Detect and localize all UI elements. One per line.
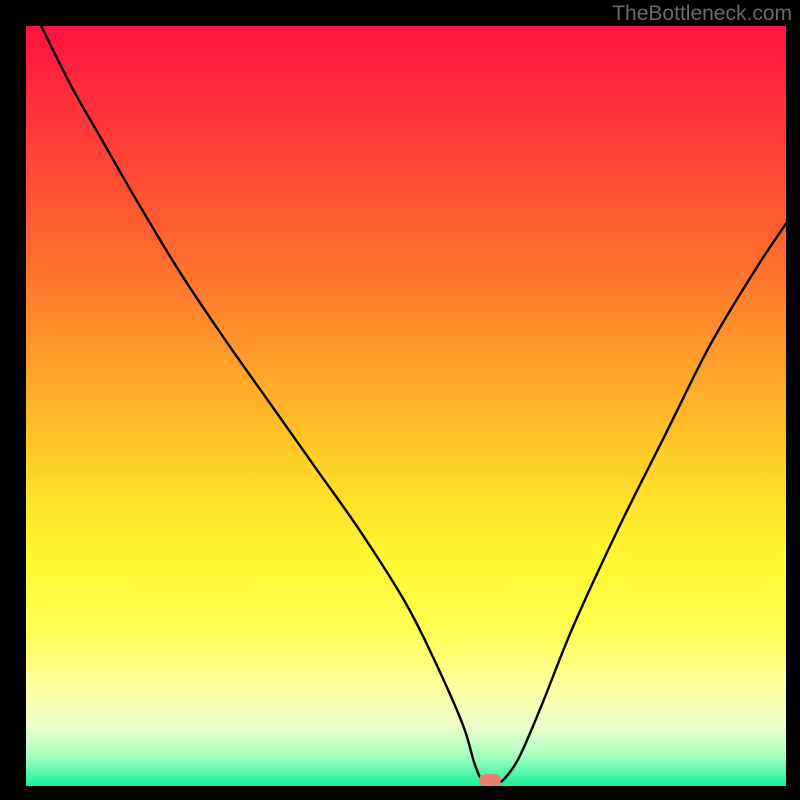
- plot-area: [26, 26, 786, 786]
- minimum-marker: [479, 774, 501, 786]
- curve-path: [41, 26, 786, 783]
- bottleneck-curve: [26, 26, 786, 786]
- chart-frame: TheBottleneck.com: [0, 0, 800, 800]
- watermark-text: TheBottleneck.com: [612, 2, 792, 26]
